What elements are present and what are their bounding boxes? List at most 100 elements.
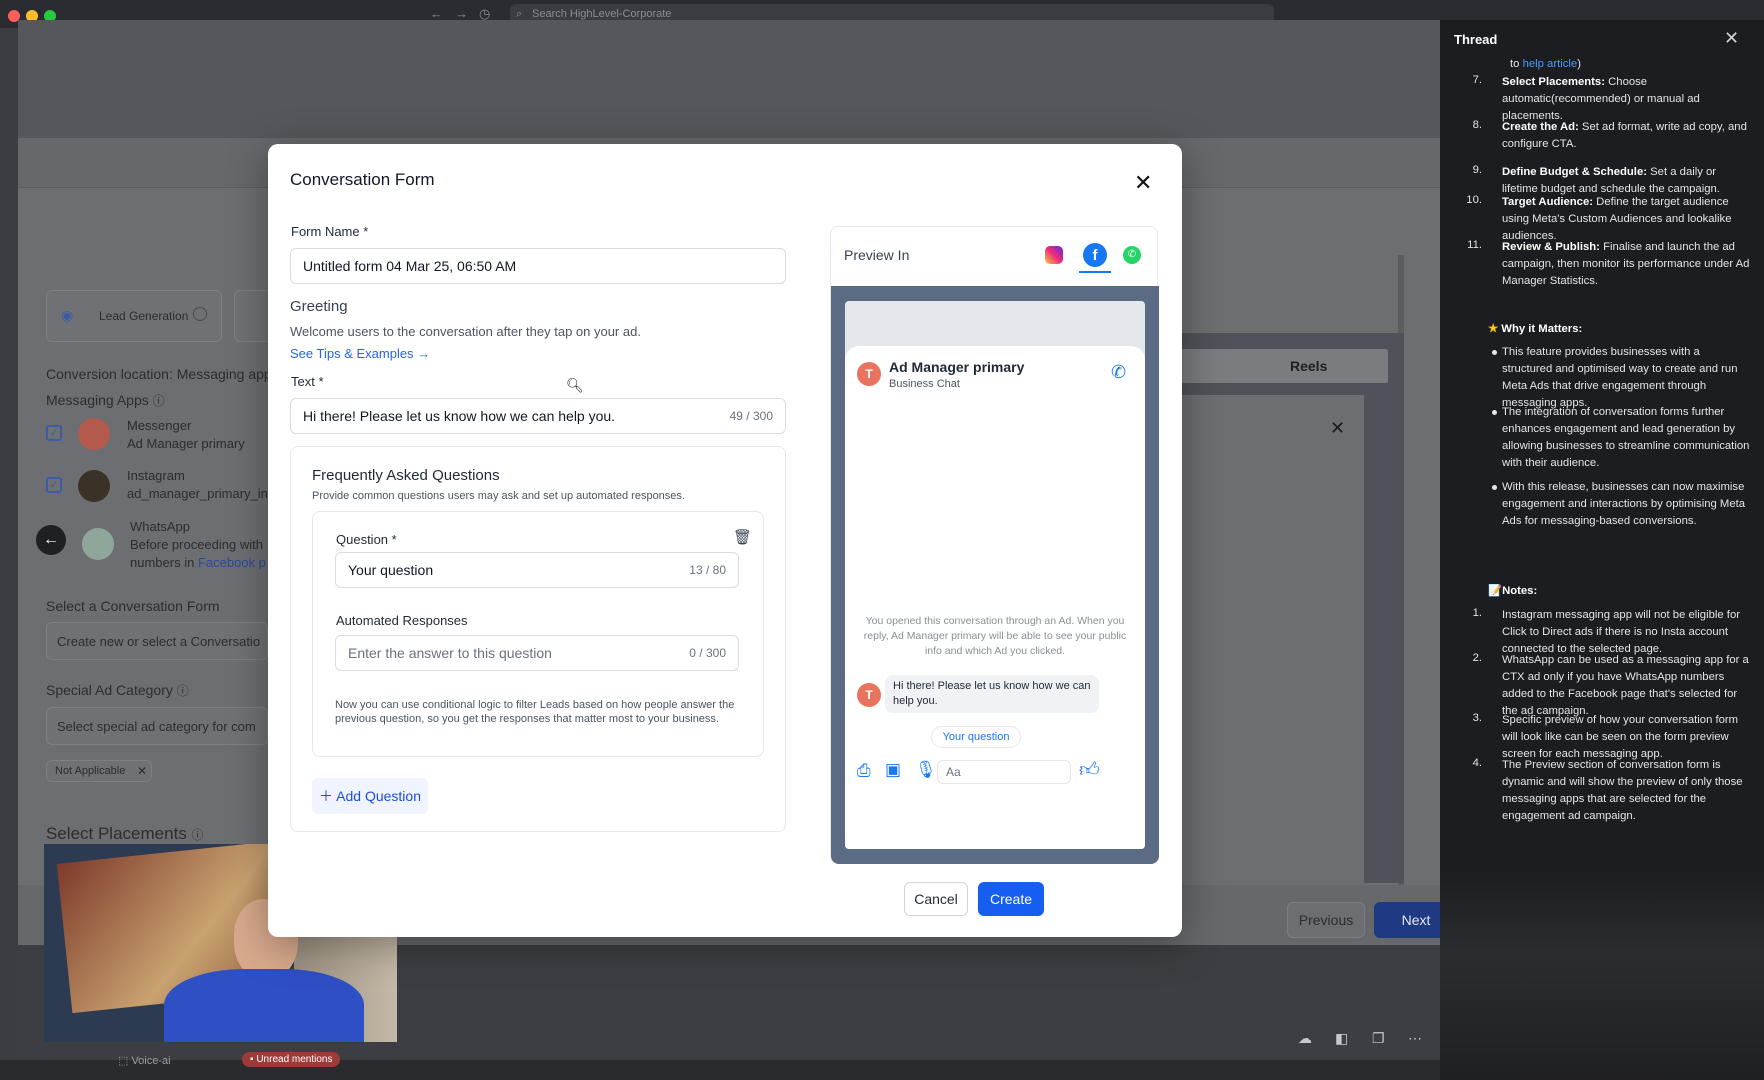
- close-icon[interactable]: ✕: [1724, 28, 1739, 49]
- phone-frame: T Ad Manager primary Business Chat ✆ You…: [831, 286, 1159, 864]
- more-icon[interactable]: ⋯: [1408, 1030, 1422, 1047]
- sidebar-toggle-icon[interactable]: ◧: [1335, 1030, 1348, 1047]
- note-number: 2.: [1472, 652, 1482, 664]
- back-arrow-icon[interactable]: ←: [430, 6, 443, 21]
- image-icon[interactable]: ▣: [885, 760, 901, 780]
- not-applicable-chip[interactable]: Not Applicable ✕: [46, 760, 152, 782]
- reels-tab[interactable]: Reels: [1182, 349, 1388, 383]
- trash-icon[interactable]: 🗑︎: [733, 528, 752, 546]
- presenter-shirt: [164, 969, 364, 1042]
- forward-arrow-icon[interactable]: →: [455, 6, 468, 21]
- question-card: Question * 🗑︎ Your question 13 / 80 Autom…: [312, 511, 764, 757]
- note-text: WhatsApp can be used as a messaging app …: [1502, 654, 1749, 717]
- step-number: 8.: [1472, 119, 1482, 131]
- close-icon[interactable]: ✕: [1330, 418, 1345, 439]
- note-text: Instagram messaging app will not be elig…: [1502, 609, 1740, 655]
- modal-title: Conversation Form: [290, 170, 435, 189]
- message-compose-input[interactable]: Aa: [937, 760, 1071, 784]
- help-article-link[interactable]: help article: [1523, 58, 1578, 70]
- thumbs-up-icon[interactable]: 👍︎: [1079, 758, 1100, 782]
- why-text: With this release, businesses can now ma…: [1502, 481, 1746, 527]
- question-label: Question *: [336, 532, 397, 547]
- note-text: The Preview section of conversation form…: [1502, 759, 1743, 822]
- unread-mentions-badge[interactable]: ▪ Unread mentions: [242, 1052, 341, 1067]
- cloud-icon[interactable]: ☁: [1298, 1030, 1312, 1047]
- notes-heading: 📝Notes:: [1488, 585, 1538, 597]
- camera-icon[interactable]: ⎙: [857, 761, 871, 781]
- copy-icon[interactable]: ❐: [1372, 1030, 1385, 1047]
- special-ad-label: Special Ad Category ⓘ: [46, 682, 189, 698]
- facebook-icon[interactable]: f: [1083, 243, 1107, 267]
- note-number: 3.: [1472, 712, 1482, 724]
- bullet: [1492, 485, 1497, 490]
- lead-generation-chip[interactable]: ◉ Lead Generation: [46, 290, 222, 342]
- add-question-button[interactable]: ＋ Add Question: [312, 778, 428, 814]
- step-number: 7.: [1472, 74, 1482, 86]
- create-button[interactable]: Create: [978, 882, 1044, 916]
- phone-call-icon[interactable]: ✆: [1111, 362, 1126, 383]
- step-text: Target Audience: Define the target audie…: [1502, 196, 1732, 242]
- preview-panel: Preview In f ✆ T Ad Manager primary Busi…: [830, 226, 1159, 864]
- arrow-right-icon: →: [417, 346, 431, 361]
- memo-icon: 📝: [1488, 585, 1503, 597]
- instagram-checkbox[interactable]: ✓: [46, 477, 62, 493]
- back-arrow-icon[interactable]: ←: [36, 525, 66, 555]
- faq-card: Frequently Asked Questions Provide commo…: [290, 446, 786, 832]
- background-header: [18, 20, 1440, 138]
- step-text: Select Placements: Choose automatic(reco…: [1502, 76, 1700, 122]
- thread-bottom-fade: [1440, 870, 1764, 1080]
- messenger-avatar: [78, 418, 110, 450]
- previous-button[interactable]: Previous: [1287, 902, 1365, 938]
- info-icon: ⓘ: [152, 394, 165, 408]
- why-text: This feature provides businesses with a …: [1502, 346, 1738, 409]
- bullet: [1492, 410, 1497, 415]
- form-name-label: Form Name *: [291, 224, 369, 239]
- avatar: T: [857, 683, 881, 707]
- bullet: [1492, 350, 1497, 355]
- avatar: T: [857, 362, 881, 386]
- conditional-logic-note: Now you can use conditional logic to fil…: [335, 699, 735, 725]
- microphone-icon[interactable]: 🎙︎: [915, 760, 937, 780]
- why-text: The integration of conversation forms fu…: [1502, 406, 1750, 469]
- step-text: Define Budget & Schedule: Set a daily or…: [1502, 166, 1720, 195]
- star-icon: ★: [1488, 323, 1499, 335]
- ad-notice: You opened this conversation through an …: [863, 615, 1127, 657]
- whatsapp-icon[interactable]: ✆: [1123, 246, 1141, 264]
- messenger-checkbox[interactable]: ✓: [46, 425, 62, 441]
- zoom-cursor-icon: 🔍︎: [566, 377, 584, 393]
- info-icon: ⓘ: [191, 828, 204, 842]
- instagram-icon[interactable]: [1045, 246, 1063, 264]
- note-number: 4.: [1472, 757, 1482, 769]
- select-placements-label: Select Placements ⓘ: [46, 824, 204, 843]
- status-strip: [0, 1060, 1440, 1080]
- answer-input[interactable]: Enter the answer to this question 0 / 300: [335, 635, 739, 671]
- step-number: 11.: [1467, 239, 1482, 251]
- question-input[interactable]: Your question 13 / 80: [335, 552, 739, 588]
- info-icon: ⓘ: [176, 684, 189, 698]
- step-text: Create the Ad: Set ad format, write ad c…: [1502, 121, 1747, 150]
- cancel-button[interactable]: Cancel: [904, 882, 968, 916]
- voice-ai-tab[interactable]: ⬚ Voice-ai: [118, 1054, 171, 1067]
- select-form-dropdown[interactable]: Create new or select a Conversatio: [46, 622, 268, 660]
- radio-button[interactable]: [193, 307, 207, 321]
- greeting-description: Welcome users to the conversation after …: [290, 324, 641, 339]
- page-name: Ad Manager primary: [889, 359, 1025, 375]
- step-text: Review & Publish: Finalise and launch th…: [1502, 241, 1750, 287]
- close-icon[interactable]: ✕: [1134, 170, 1152, 196]
- faq-description: Provide common questions users may ask a…: [312, 490, 685, 502]
- close-icon: ✕: [137, 764, 148, 778]
- active-tab-underline: [1079, 271, 1111, 273]
- conversion-location: Conversion location: Messaging app: [46, 366, 272, 382]
- see-tips-link[interactable]: See Tips & Examples →: [290, 346, 430, 361]
- greeting-text-input[interactable]: Hi there! Please let us know how we can …: [290, 398, 786, 434]
- quick-reply-chip[interactable]: Your question: [931, 726, 1021, 748]
- greeting-message-bubble: Hi there! Please let us know how we can …: [885, 675, 1099, 713]
- text-label: Text *: [291, 374, 324, 389]
- phone-screen: T Ad Manager primary Business Chat ✆ You…: [845, 301, 1145, 849]
- conversation-form-modal: Conversation Form ✕ Form Name * Untitled…: [268, 144, 1182, 937]
- form-name-input[interactable]: Untitled form 04 Mar 25, 06:50 AM: [290, 248, 786, 284]
- step-number: 10.: [1466, 194, 1482, 206]
- page-subtitle: Business Chat: [889, 378, 960, 390]
- preview-label: Preview In: [844, 247, 910, 263]
- special-ad-dropdown[interactable]: Select special ad category for com: [46, 707, 268, 745]
